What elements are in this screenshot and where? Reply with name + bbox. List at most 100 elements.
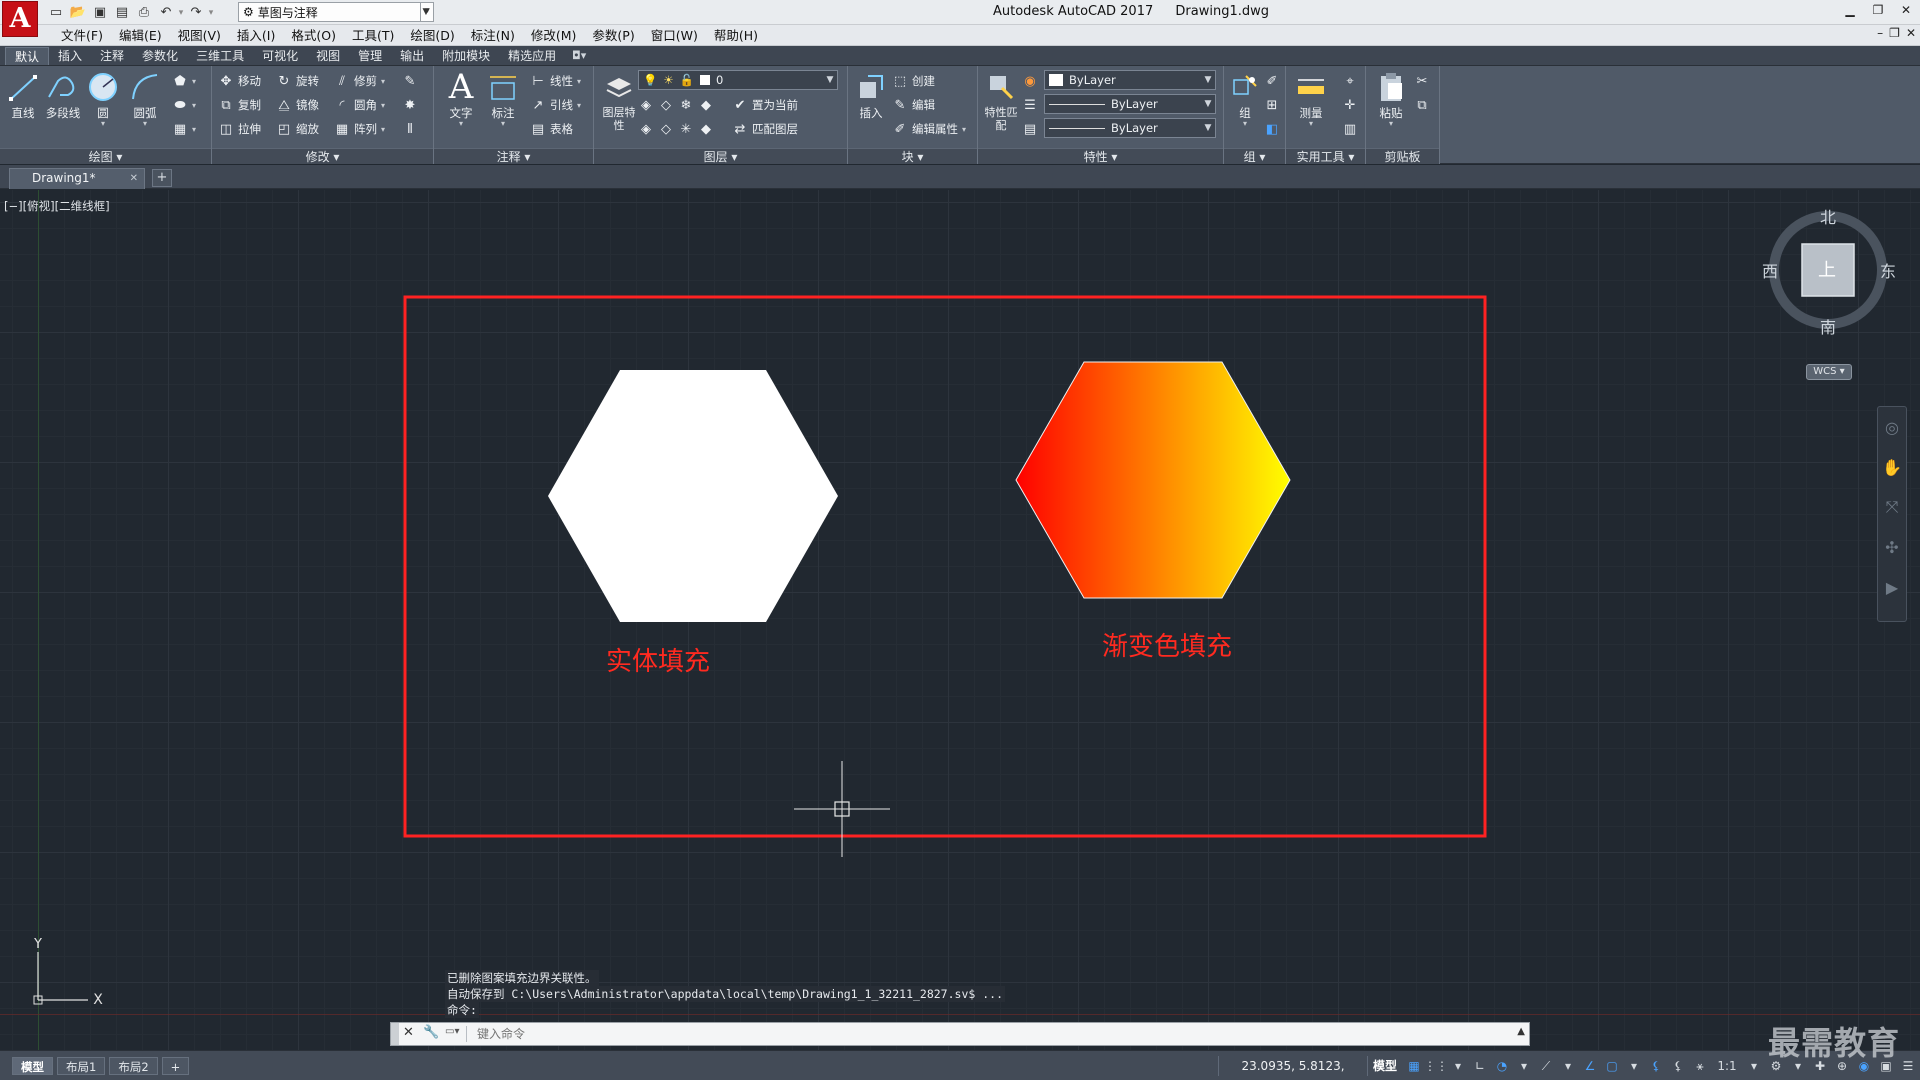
- layers-panel-title[interactable]: 图层 ▾: [594, 148, 847, 164]
- chevron-down-icon[interactable]: ▾: [1370, 120, 1412, 128]
- point-id-icon[interactable]: ✛: [1342, 94, 1358, 116]
- insert-block-tool[interactable]: 插入: [850, 68, 892, 120]
- table-tool[interactable]: ▤ 表格: [530, 118, 573, 140]
- cut-icon[interactable]: ✂: [1414, 70, 1430, 92]
- clipboard-panel-title[interactable]: 剪贴板: [1366, 148, 1439, 164]
- create-block-tool[interactable]: ⬚ 创建: [892, 70, 935, 92]
- object-snap-tracking-icon[interactable]: ∠: [1580, 1057, 1600, 1075]
- edit-block-tool[interactable]: ✎ 编辑: [892, 94, 935, 116]
- measure-tool[interactable]: 测量 ▾: [1290, 68, 1332, 128]
- quick-select-icon[interactable]: ⌖: [1342, 70, 1358, 92]
- grid-icon[interactable]: ▦: [1404, 1057, 1424, 1075]
- groups-panel-title[interactable]: 组 ▾: [1224, 148, 1285, 164]
- isodraft-dropdown-icon[interactable]: ▾: [1558, 1057, 1578, 1075]
- ribbon-minimize-icon[interactable]: ◘▾: [565, 47, 593, 65]
- close-icon[interactable]: ✕: [130, 169, 138, 188]
- linetype-icon[interactable]: ☰: [1022, 94, 1038, 116]
- chevron-down-icon[interactable]: ▾: [82, 120, 124, 128]
- menu-insert[interactable]: 插入(I): [229, 27, 283, 44]
- trim-tool[interactable]: ⫽ 修剪 ▾: [334, 70, 385, 92]
- close-icon[interactable]: ✕: [403, 1025, 414, 1040]
- block-panel-title[interactable]: 块 ▾: [848, 148, 977, 164]
- doc-restore-icon[interactable]: ❐: [1889, 26, 1900, 40]
- ungroup-icon[interactable]: ✐: [1264, 70, 1280, 92]
- save-icon[interactable]: ▣: [90, 3, 110, 22]
- rotate-tool[interactable]: ↻ 旋转: [276, 70, 319, 92]
- group-select-icon[interactable]: ◧: [1264, 118, 1280, 140]
- restore-icon[interactable]: ❐: [1864, 0, 1892, 20]
- draw-panel-title[interactable]: 绘图 ▾: [0, 148, 211, 164]
- match-properties-tool[interactable]: 特性匹配: [980, 68, 1022, 132]
- pan-hand-icon[interactable]: ✋: [1878, 447, 1906, 487]
- layer-isolate-icon[interactable]: ◇: [658, 97, 674, 113]
- match-layer-tool[interactable]: ⇄ 匹配图层: [732, 118, 798, 140]
- layer-off-icon[interactable]: ◈: [638, 97, 654, 113]
- chevron-down-icon[interactable]: ▾: [124, 120, 166, 128]
- object-snap-icon[interactable]: ▢: [1602, 1057, 1622, 1075]
- viewcube-south[interactable]: 南: [1820, 314, 1836, 338]
- circle-tool[interactable]: 圆 ▾: [82, 68, 124, 128]
- menu-help[interactable]: 帮助(H): [706, 27, 766, 44]
- application-menu-button[interactable]: A: [2, 1, 38, 37]
- offset-tool[interactable]: ⫴: [402, 118, 418, 140]
- tab-featured-apps[interactable]: 精选应用: [499, 47, 565, 65]
- explode-tool[interactable]: ✸: [402, 94, 418, 116]
- undo-icon[interactable]: ↶: [156, 3, 176, 22]
- new-tab-button[interactable]: +: [152, 169, 172, 187]
- scale-dropdown-icon[interactable]: ▾: [1744, 1057, 1764, 1075]
- linetype-select[interactable]: ByLayer ▼: [1044, 94, 1216, 114]
- drawing-canvas[interactable]: [−][俯视][二维线框] 实体填充 渐变色填充 Y X 北 南 东 西 上 W…: [0, 190, 1920, 1050]
- undo-dropdown-icon[interactable]: ▾: [178, 8, 184, 18]
- recent-commands-icon[interactable]: ▭▾: [445, 1026, 467, 1042]
- doc-close-icon[interactable]: ✕: [1906, 26, 1916, 40]
- polar-dropdown-icon[interactable]: ▾: [1514, 1057, 1534, 1075]
- customize-toolbar-icon[interactable]: ▾: [420, 2, 434, 22]
- menu-parametric[interactable]: 参数(P): [584, 27, 642, 44]
- ortho-icon[interactable]: ∟: [1470, 1057, 1490, 1075]
- chevron-down-icon[interactable]: ▾: [1290, 120, 1332, 128]
- layer-thaw-icon[interactable]: ✳: [678, 121, 694, 137]
- polyline-tool[interactable]: 多段线: [42, 68, 84, 120]
- paste-tool[interactable]: 粘贴 ▾: [1370, 68, 1412, 128]
- group-tool[interactable]: 组 ▾: [1224, 68, 1266, 128]
- layer-select[interactable]: 💡 ☀ 🔓 0 ▼: [638, 70, 838, 90]
- copy-clip-icon[interactable]: ⧉: [1414, 94, 1430, 116]
- snap-dropdown-icon[interactable]: ▾: [1448, 1057, 1468, 1075]
- chevron-up-icon[interactable]: ▲: [1517, 1026, 1525, 1037]
- close-icon[interactable]: ✕: [1892, 0, 1920, 20]
- menu-file[interactable]: 文件(F): [53, 27, 111, 44]
- linear-dimension-tool[interactable]: ⊢ 线性 ▾: [530, 70, 581, 92]
- layer-lock-icon[interactable]: ◆: [698, 97, 714, 113]
- menu-modify[interactable]: 修改(M): [523, 27, 585, 44]
- ellipse-tool[interactable]: ⬬ ▾: [172, 94, 196, 116]
- layer-unisolate-icon[interactable]: ◇: [658, 121, 674, 137]
- tab-3d-tools[interactable]: 三维工具: [187, 47, 253, 65]
- redo-icon[interactable]: ↷: [186, 3, 206, 22]
- viewcube-top-face[interactable]: 上: [1818, 256, 1836, 282]
- dimension-tool[interactable]: 标注 ▾: [482, 68, 524, 128]
- erase-tool[interactable]: ✎: [402, 70, 418, 92]
- steering-wheel-icon[interactable]: ◎: [1878, 407, 1906, 447]
- viewcube[interactable]: 北 南 东 西 上: [1762, 204, 1902, 344]
- set-current-layer-tool[interactable]: ✔ 置为当前: [732, 94, 798, 116]
- layer-on-icon[interactable]: ◈: [638, 121, 654, 137]
- command-line-grip[interactable]: [391, 1023, 399, 1045]
- tab-default[interactable]: 默认: [5, 47, 50, 65]
- viewcube-north[interactable]: 北: [1820, 204, 1836, 228]
- auto-scale-icon[interactable]: ⚸: [1668, 1057, 1688, 1075]
- tab-annotate[interactable]: 注释: [91, 47, 133, 65]
- move-tool[interactable]: ✥ 移动: [218, 70, 261, 92]
- copy-tool[interactable]: ⧉ 复制: [218, 94, 261, 116]
- save-as-icon[interactable]: ▤: [112, 3, 132, 22]
- calculator-icon[interactable]: ▥: [1342, 118, 1358, 140]
- annotation-panel-title[interactable]: 注释 ▾: [434, 148, 593, 164]
- coordinate-readout[interactable]: 23.0935, 5.8123, 0.0000: [1218, 1056, 1368, 1080]
- chevron-down-icon[interactable]: ▾: [1224, 120, 1266, 128]
- new-file-icon[interactable]: ▭: [46, 3, 66, 22]
- chevron-down-icon[interactable]: ▾: [440, 120, 482, 128]
- orbit-icon[interactable]: ✣: [1878, 527, 1906, 567]
- gradient-fill-hexagon[interactable]: [1015, 361, 1291, 599]
- minimize-icon[interactable]: ▁: [1836, 0, 1864, 20]
- workspace-select[interactable]: ⚙ 草图与注释 ▼: [238, 2, 434, 22]
- line-tool[interactable]: 直线: [2, 68, 44, 120]
